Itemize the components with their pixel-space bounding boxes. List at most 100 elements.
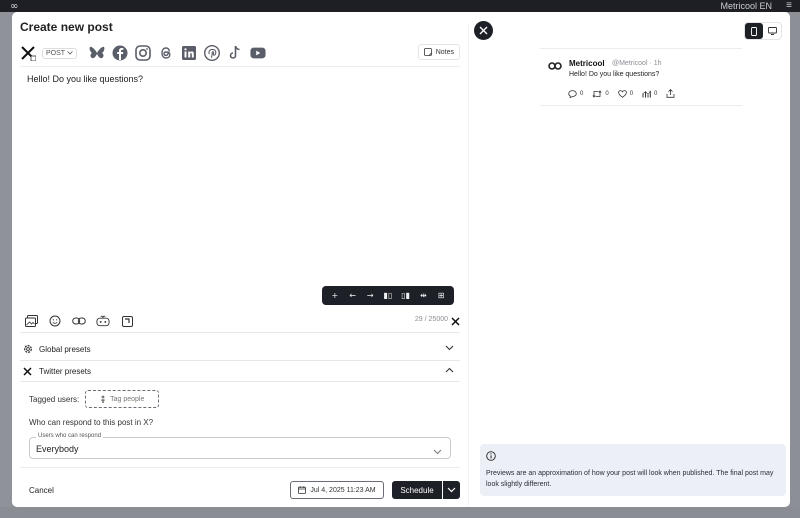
schedule-button[interactable]: Schedule: [392, 481, 442, 499]
retweet-action: 0: [592, 89, 609, 98]
share-action: [666, 89, 675, 98]
account-name: Metricool EN: [720, 1, 772, 11]
split-right-icon[interactable]: ▯▮: [399, 291, 413, 300]
twitter-presets-label: Twitter presets: [39, 366, 92, 376]
tweet-text: Hello! Do you like questions?: [569, 71, 660, 78]
metricool-logo-icon: ∞: [10, 1, 19, 12]
reply-action: 0: [568, 89, 584, 98]
retweet-count: 0: [605, 90, 609, 97]
global-presets-header[interactable]: Global presets: [20, 340, 460, 358]
editor-tools-row: 29 / 25000: [24, 314, 460, 328]
tag-people-button[interactable]: Tag people: [85, 390, 160, 408]
divider: [540, 48, 742, 49]
x-icon: [23, 366, 35, 376]
background-left-strip: [0, 12, 12, 518]
emoji-icon[interactable]: [48, 314, 62, 328]
threads-icon[interactable]: [158, 45, 174, 61]
bluesky-icon[interactable]: [89, 45, 105, 61]
retweet-icon: [592, 89, 602, 98]
grid-add-icon[interactable]: ⊞: [434, 291, 448, 300]
youtube-icon[interactable]: [250, 45, 266, 61]
tiktok-icon[interactable]: [227, 45, 243, 61]
network-icons: [89, 45, 266, 61]
background-right-strip: [790, 12, 800, 518]
background-bottom-strip: [0, 507, 800, 518]
tweet-author-name: Metricool: [569, 59, 605, 68]
preview-info-text: Previews are an approximation of how you…: [486, 470, 774, 488]
chevron-down-icon: [447, 487, 456, 493]
format-toolbar: + ← → ▮▯ ▯▮ ⇹ ⊞: [322, 286, 454, 305]
respond-legend: Users who can respond: [36, 433, 104, 439]
heart-icon: [617, 89, 627, 98]
divider: [20, 332, 460, 333]
metricool-avatar-icon: [548, 60, 562, 70]
x-icon[interactable]: [20, 45, 36, 61]
modal-title: Create new post: [20, 20, 113, 34]
facebook-icon[interactable]: [112, 45, 128, 61]
x-network-close-icon[interactable]: [474, 21, 493, 40]
calendar-icon: [298, 486, 307, 494]
person-icon: [101, 395, 105, 403]
arrow-left-icon[interactable]: ←: [346, 291, 360, 300]
tagged-users-label: Tagged users:: [29, 394, 80, 404]
date-picker-button[interactable]: Jul 4, 2025 11:23 AM: [290, 481, 384, 499]
cancel-button[interactable]: Cancel: [29, 486, 54, 495]
chevron-down-icon: [67, 51, 73, 55]
create-post-modal: Create new post POST Notes Hello! Do you…: [12, 12, 790, 507]
network-selector-bar: POST Notes: [20, 42, 460, 64]
add-icon[interactable]: +: [328, 291, 342, 300]
tagged-users-row: Tagged users: Tag people: [29, 390, 160, 408]
menu-icon: ≡: [786, 0, 792, 11]
desktop-preview-icon[interactable]: [763, 23, 781, 39]
split-left-icon[interactable]: ▮▯: [381, 291, 395, 300]
respond-value: Everybody: [36, 444, 79, 454]
divider: [20, 360, 460, 361]
share-icon: [666, 89, 675, 98]
tweet-author-handle: @Metricool · 1h: [612, 60, 662, 67]
chevron-down-icon[interactable]: [445, 344, 454, 353]
device-toggle: [744, 22, 782, 40]
divider: [540, 105, 742, 106]
schedule-options-button[interactable]: [443, 481, 460, 499]
like-count: 0: [629, 90, 634, 97]
background-topbar: ∞ Metricool EN ≡: [0, 0, 800, 12]
notes-button[interactable]: Notes: [417, 44, 460, 60]
analytics-icon: [642, 90, 651, 97]
views-count: 0: [654, 90, 658, 97]
linkedin-icon[interactable]: [181, 45, 197, 61]
tweet-actions: 0 0 0 0: [568, 89, 675, 98]
respond-question: Who can respond to this post in X?: [29, 418, 154, 427]
reply-icon: [568, 89, 577, 98]
twitter-presets-header[interactable]: Twitter presets: [20, 362, 460, 380]
tag-people-label: Tag people: [110, 395, 145, 403]
divider: [20, 381, 460, 382]
media-icon[interactable]: [24, 314, 38, 328]
character-count: 29 / 25000: [414, 316, 448, 323]
preview-divider: [468, 24, 469, 507]
post-type-label: POST: [46, 49, 66, 57]
views-action: 0: [642, 90, 657, 98]
instagram-icon[interactable]: [135, 45, 151, 61]
reply-count: 0: [580, 90, 584, 97]
x-icon: [451, 315, 460, 329]
divider: [20, 66, 460, 67]
note-icon: [423, 48, 432, 56]
chevron-down-icon: [433, 444, 442, 458]
post-type-dropdown[interactable]: POST: [42, 47, 78, 59]
settings-icon: [23, 344, 35, 354]
respond-select[interactable]: Users who can respond Everybody: [29, 433, 451, 459]
arrow-right-icon[interactable]: →: [363, 291, 377, 300]
split-horizontal-icon[interactable]: ⇹: [416, 291, 430, 300]
divider: [20, 467, 460, 468]
gallery-icon[interactable]: [120, 314, 134, 328]
post-text-editor[interactable]: Hello! Do you like questions?: [27, 74, 143, 84]
link-icon[interactable]: [72, 314, 86, 328]
date-label: Jul 4, 2025 11:23 AM: [310, 486, 376, 494]
preview-info-box: Previews are an approximation of how you…: [480, 444, 786, 496]
chevron-up-icon[interactable]: [445, 366, 454, 375]
mobile-preview-icon[interactable]: [745, 23, 763, 39]
notes-label: Notes: [435, 48, 454, 56]
ai-assistant-icon[interactable]: [96, 314, 110, 328]
pinterest-icon[interactable]: [204, 45, 221, 61]
global-presets-label: Global presets: [39, 344, 91, 354]
